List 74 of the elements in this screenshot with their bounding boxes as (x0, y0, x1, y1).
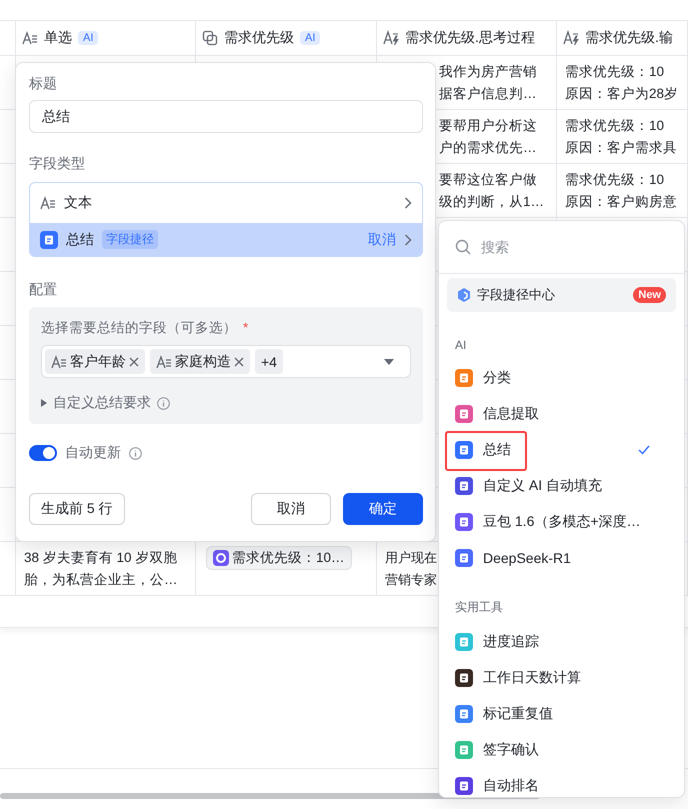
priority-chip: 需求优先级：10… (206, 546, 352, 570)
cell-text: 要帮这位客户做 (439, 171, 537, 189)
field-type-option[interactable]: 文本 (30, 183, 422, 223)
dropdown-caret-icon (384, 358, 394, 364)
cell-text: 要帮用户分析这 (439, 117, 537, 135)
info-icon (129, 446, 142, 460)
menu-item[interactable]: DeepSeek-R1 (439, 540, 684, 576)
cell-text: 原因：客户需求具 (565, 139, 677, 157)
summary-tile-icon (40, 230, 58, 248)
cell-text: 级的判断，从1… (439, 193, 544, 211)
cell-text: 用户现在 (385, 549, 437, 567)
text-field-icon (40, 196, 56, 210)
menu-item[interactable]: 工作日天数计算 (439, 660, 684, 696)
check-icon (638, 445, 650, 455)
cell-text: 原因：客户购房意 (565, 193, 677, 211)
chevron-right-icon (404, 234, 412, 246)
menu-item[interactable]: 进度追踪 (439, 624, 684, 660)
info-icon (157, 396, 170, 410)
cell-text: 户的需求优先… (439, 139, 536, 157)
column-header[interactable]: 单选 AI (16, 21, 196, 56)
cell-text: 38 岁夫妻育有 10 岁双胞 (24, 549, 178, 567)
custom-prompt-toggle[interactable]: 自定义总结要求 (53, 394, 151, 412)
cell-text: 胎，为私营企业主，公… (24, 571, 178, 589)
toggle-switch[interactable] (29, 445, 57, 461)
column-header[interactable]: 需求优先级.思考过程 (377, 21, 557, 56)
menu-item[interactable]: 自动排名 (439, 768, 684, 797)
close-icon (129, 356, 139, 366)
field-label: 选择需要总结的字段（可多选） * (41, 319, 250, 337)
field-label: 标题 (29, 75, 58, 93)
column-header[interactable]: 需求优先级.输 (557, 21, 688, 56)
search-icon (455, 239, 471, 255)
secondary-button[interactable]: 生成前 5 行 (29, 493, 125, 525)
menu-item[interactable]: 总结 (439, 432, 684, 468)
field-chip[interactable]: 客户年龄 (45, 349, 145, 374)
menu-item[interactable]: 标记重复值 (439, 696, 684, 732)
cell-text: 我作为房产营销 (439, 63, 537, 81)
cell-text: 需求优先级：10 (565, 63, 664, 81)
confirm-button[interactable]: 确定 (343, 493, 423, 525)
title-input[interactable]: 总结 (29, 100, 423, 133)
ai-badge: AI (78, 31, 98, 45)
menu-item[interactable]: 豆包 1.6（多模态+深度… (439, 504, 684, 540)
toggle-label: 自动更新 (65, 444, 121, 462)
close-icon (234, 356, 244, 366)
secondary-button[interactable]: 取消 (251, 493, 331, 525)
ai-badge: AI (300, 31, 320, 45)
menu-item[interactable]: 分类 (439, 360, 684, 396)
field-label: 字段类型 (29, 155, 86, 173)
column-header[interactable]: 需求优先级 AI (196, 21, 377, 56)
cell-text: 营销专家 (385, 571, 437, 589)
chevron-right-icon (404, 197, 412, 209)
two-squares-icon (202, 30, 218, 46)
cell-text: 需求优先级：10 (565, 117, 664, 135)
field-chip[interactable]: 家庭构造 (150, 349, 250, 374)
field-label: 配置 (29, 281, 58, 299)
menu-item[interactable]: 信息提取 (439, 396, 684, 432)
text-field-icon (156, 354, 172, 368)
ai-text-icon (563, 30, 579, 46)
menu-item[interactable]: 自定义 AI 自动填充 (439, 468, 684, 504)
ai-text-icon (383, 30, 399, 46)
shortcut-center-item[interactable]: 字段捷径中心 New (447, 278, 676, 312)
text-field-icon (22, 31, 38, 45)
field-type-option[interactable]: 总结 字段捷径 取消 (30, 223, 422, 256)
cell-text: 据客户信息判… (439, 85, 536, 103)
menu-item[interactable]: 签字确认 (439, 732, 684, 768)
bubble-logo-icon (213, 550, 229, 566)
cell-text: 原因：客户为28岁 (565, 85, 678, 103)
section-heading: 实用工具 (454, 599, 504, 616)
text-field-icon (51, 354, 67, 368)
cell-text: 需求优先级：10 (565, 171, 664, 189)
more-count[interactable]: +4 (255, 349, 283, 374)
section-heading: AI (454, 337, 468, 352)
fields-select[interactable]: 客户年龄 家庭构造 +4 (41, 345, 411, 378)
hexagon-logo-icon (457, 287, 471, 303)
new-badge: New (633, 287, 666, 303)
